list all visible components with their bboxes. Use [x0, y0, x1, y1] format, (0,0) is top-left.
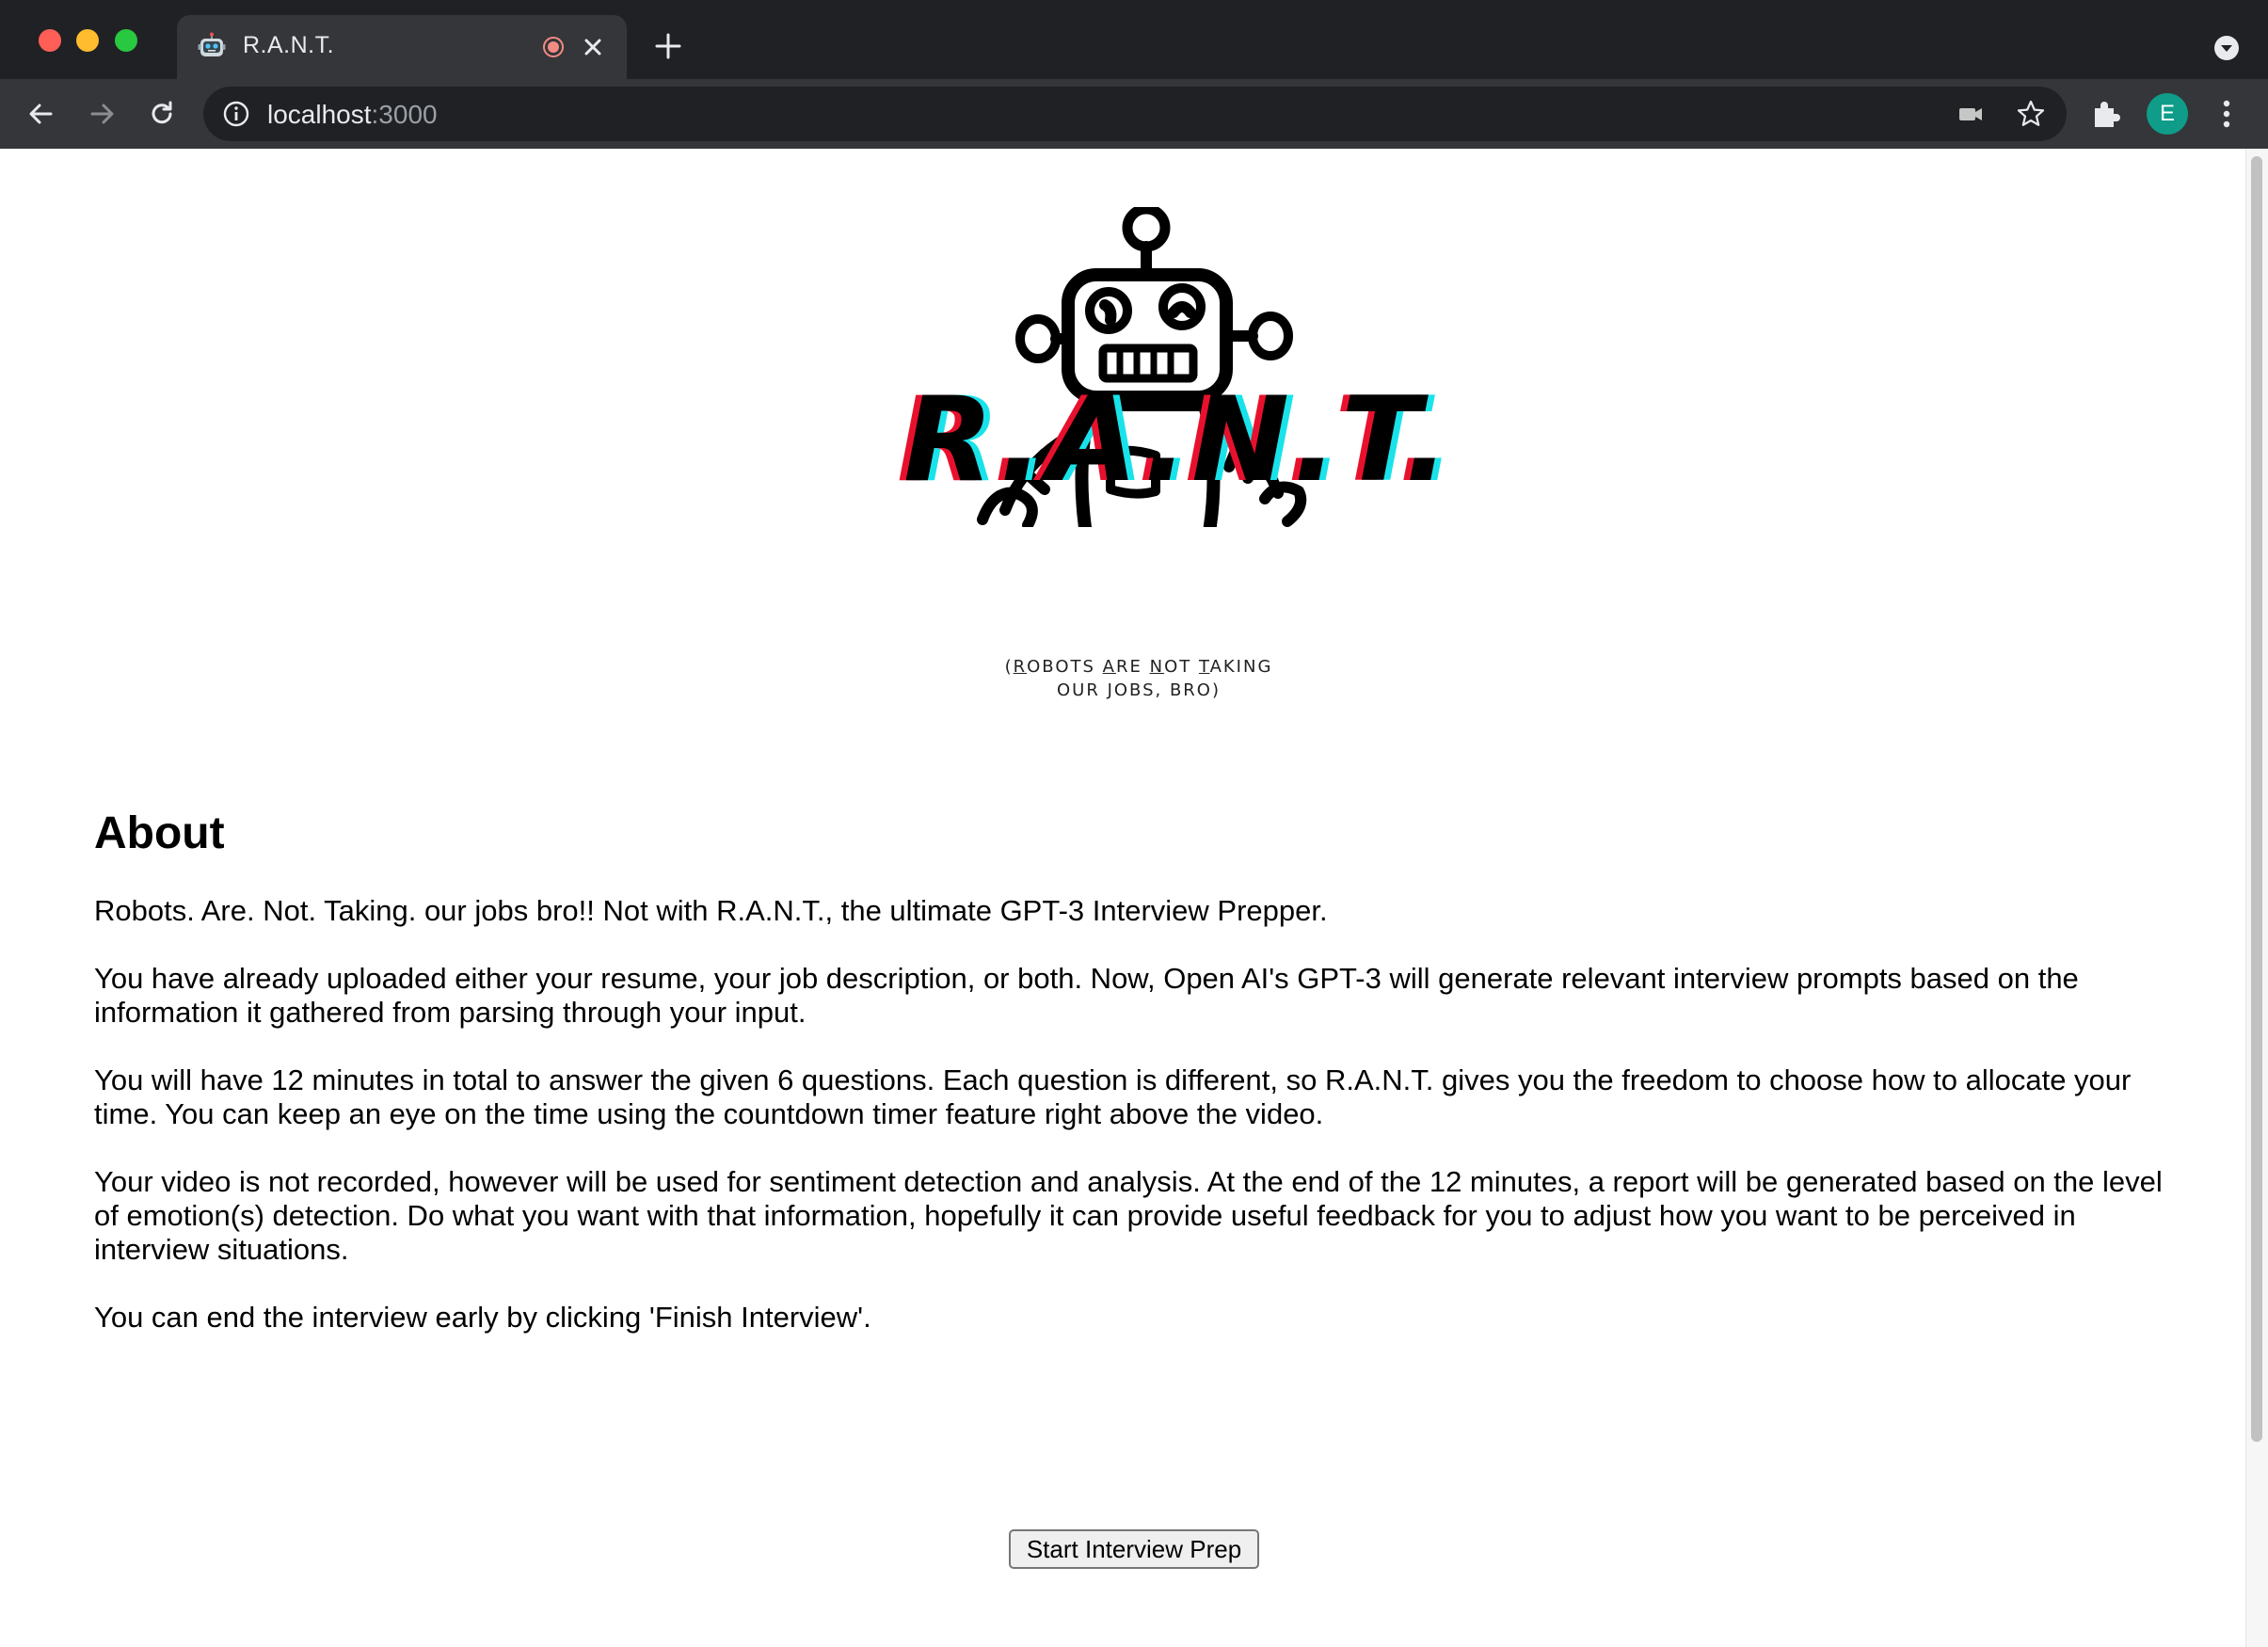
- tagline-word-robots: OBOTS: [1027, 657, 1103, 677]
- tab-search-icon[interactable]: [2212, 34, 2241, 62]
- minimize-window-button[interactable]: [76, 29, 99, 52]
- about-paragraph-finish: You can end the interview early by click…: [94, 1301, 871, 1334]
- back-icon[interactable]: [23, 95, 60, 133]
- logo-wordmark: R.A.N.T.: [903, 373, 1453, 508]
- extensions-icon[interactable]: [2089, 97, 2123, 131]
- browser-toolbar: localhost:3000 E: [0, 79, 2268, 149]
- scrollbar-thumb[interactable]: [2251, 156, 2262, 1442]
- tagline-line-1: (ROBOTS ARE NOT TAKING: [998, 655, 1280, 679]
- about-paragraph-upload: You have already uploaded either your re…: [94, 962, 2079, 1029]
- about-paragraph-timing: You will have 12 minutes in total to ans…: [94, 1063, 2132, 1130]
- maximize-window-button[interactable]: [115, 29, 137, 52]
- tagline-word-taking: AKING: [1209, 657, 1273, 677]
- about-paragraph-video: Your video is not recorded, however will…: [94, 1165, 2163, 1266]
- reload-icon[interactable]: [143, 95, 181, 133]
- tagline-word-not: OT: [1164, 657, 1199, 677]
- camera-in-use-icon[interactable]: [1956, 99, 1986, 129]
- about-paragraph-intro: Robots. Are. Not. Taking. our jobs bro!!…: [94, 894, 1328, 927]
- about-heading: About: [94, 808, 225, 858]
- url-host: localhost: [267, 100, 372, 129]
- robot-emoji-icon: [198, 32, 226, 56]
- site-info-icon[interactable]: [222, 100, 250, 128]
- new-tab-icon[interactable]: [653, 31, 683, 61]
- tagline-word-are: RE: [1115, 657, 1150, 677]
- profile-avatar[interactable]: E: [2147, 93, 2188, 135]
- recording-indicator-icon: [543, 37, 564, 57]
- kebab-menu-icon[interactable]: [2210, 97, 2244, 131]
- tagline-letter-n: N: [1149, 657, 1165, 677]
- tab-title: R.A.N.T.: [243, 32, 335, 58]
- forward-icon[interactable]: [83, 95, 120, 133]
- about-section: About Robots. Are. Not. Taking. our jobs…: [94, 808, 2164, 1368]
- start-interview-prep-button[interactable]: Start Interview Prep: [1009, 1529, 1259, 1569]
- page-viewport: R.A.N.T. (ROBOTS ARE NOT TAKING OUR JOBS…: [0, 149, 2245, 1647]
- close-window-button[interactable]: [39, 29, 61, 52]
- tagline-letter-a: A: [1102, 657, 1116, 677]
- bookmark-star-icon[interactable]: [2016, 99, 2046, 129]
- url-text: localhost:3000: [267, 100, 438, 130]
- close-tab-icon[interactable]: [580, 34, 606, 60]
- rant-logo: R.A.N.T.: [903, 207, 1453, 546]
- url-port: :3000: [371, 100, 438, 129]
- tab-strip: R.A.N.T.: [0, 0, 2268, 79]
- tagline-letter-t: T: [1198, 657, 1210, 677]
- tagline-letter-r: R: [1013, 657, 1028, 677]
- address-bar[interactable]: localhost:3000: [203, 87, 2067, 141]
- tagline-line-2: OUR JOBS, BRO): [1057, 680, 1221, 700]
- logo-tagline: (ROBOTS ARE NOT TAKING OUR JOBS, BRO): [998, 655, 1280, 702]
- vertical-scrollbar[interactable]: [2245, 149, 2268, 1647]
- browser-window: R.A.N.T. localhost:3000 E R.A.N.T. (ROBO…: [0, 0, 2268, 1647]
- tagline-paren: (: [1004, 657, 1014, 677]
- tab-rant[interactable]: R.A.N.T.: [177, 15, 627, 79]
